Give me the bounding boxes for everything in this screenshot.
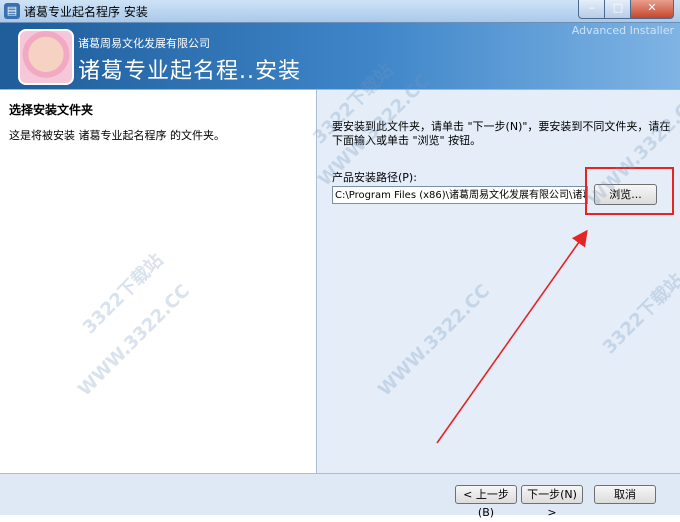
- annotation-arrow-icon: [436, 229, 588, 444]
